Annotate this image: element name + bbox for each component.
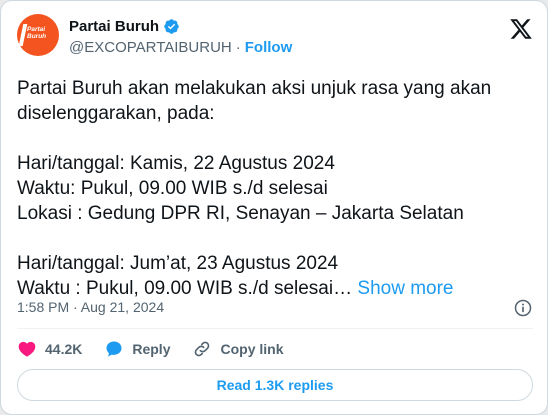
divider xyxy=(17,328,533,329)
like-button[interactable]: 44.2K xyxy=(17,339,82,359)
timestamp[interactable]: 1:58 PM · Aug 21, 2024 xyxy=(17,299,164,315)
read-replies-button[interactable]: Read 1.3K replies xyxy=(17,369,533,401)
tweet-line-9: Waktu : Pukul, 09.00 WIB s./d selesai… xyxy=(17,278,358,299)
tweet-line-2: diselenggarakan, pada: xyxy=(17,103,215,124)
handle-row: @EXCOPARTAIBURUH · Follow xyxy=(69,38,292,56)
tweet-line-8: Hari/tanggal: Jum’at, 23 Agustus 2024 xyxy=(17,253,339,274)
tweet-text: Partai Buruh akan melakukan aksi unjuk r… xyxy=(17,76,533,301)
handle[interactable]: @EXCOPARTAIBURUH xyxy=(69,39,232,56)
separator-dot: · xyxy=(235,38,241,56)
follow-link[interactable]: Follow xyxy=(245,39,293,56)
name-row: Partai Buruh xyxy=(69,16,180,36)
reply-label: Reply xyxy=(132,341,171,357)
tweet-line-1: Partai Buruh akan melakukan aksi unjuk r… xyxy=(17,78,492,99)
display-name[interactable]: Partai Buruh xyxy=(69,18,159,35)
tweet-line-6: Lokasi : Gedung DPR RI, Senayan – Jakart… xyxy=(17,203,464,224)
likes-count: 44.2K xyxy=(45,341,83,357)
tweet-line-4: Hari/tanggal: Kamis, 22 Agustus 2024 xyxy=(17,153,335,174)
x-logo-icon[interactable] xyxy=(509,17,533,41)
show-more-link[interactable]: Show more xyxy=(357,278,453,299)
avatar[interactable]: Partai Buruh xyxy=(17,14,59,56)
reply-button[interactable]: Reply xyxy=(104,339,170,359)
copy-link-label: Copy link xyxy=(220,341,284,357)
tweet-line-5: Waktu: Pukul, 09.00 WIB s./d selesai xyxy=(17,178,328,199)
verified-badge-icon xyxy=(164,18,179,34)
tweet-header: Partai Buruh Partai Buruh @EXCOPARTAIBURU… xyxy=(17,14,533,58)
action-bar: 44.2K Reply Copy link xyxy=(17,338,533,360)
heart-icon xyxy=(18,341,36,357)
tweet-card: Partai Buruh Partai Buruh @EXCOPARTAIBURU… xyxy=(0,0,548,415)
reply-bubble-icon xyxy=(106,341,122,357)
info-icon[interactable] xyxy=(513,298,533,318)
copy-link-button[interactable]: Copy link xyxy=(192,339,284,359)
avatar-logo-text: Partai Buruh xyxy=(27,26,47,40)
meta-row: 1:58 PM · Aug 21, 2024 xyxy=(17,298,533,318)
link-icon xyxy=(195,341,210,357)
